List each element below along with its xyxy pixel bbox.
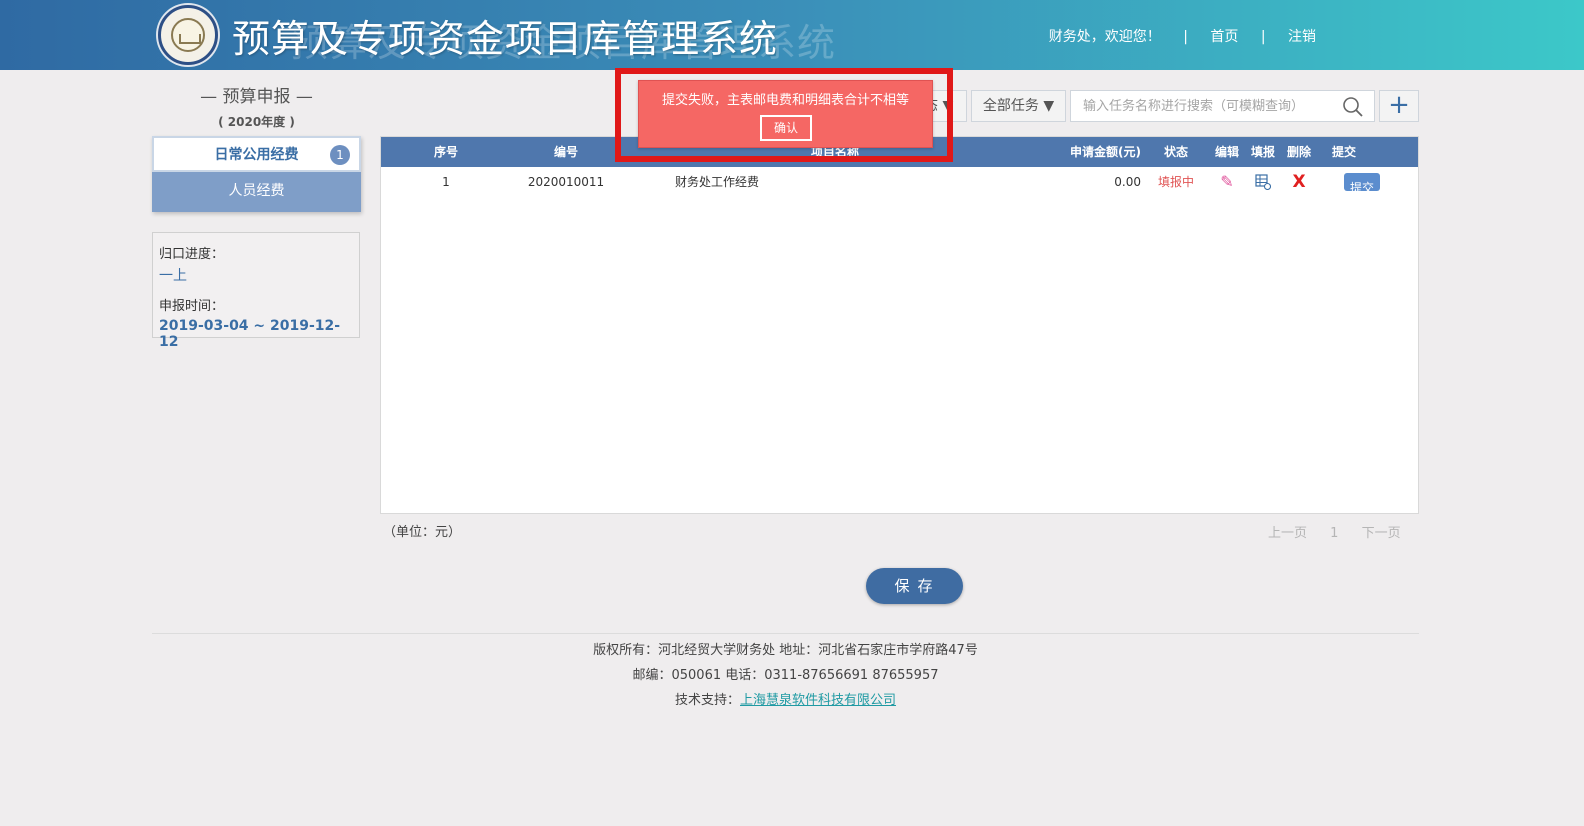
university-logo: [158, 5, 218, 65]
welcome-text: 财务处，欢迎您！: [1048, 29, 1161, 45]
footer-copyright: 版权所有：河北经贸大学财务处 地址：河北省石家庄市学府路47号: [593, 643, 978, 658]
col-delete: 删除: [1286, 145, 1311, 159]
col-amount: 申请金额(元): [1070, 145, 1141, 159]
time-value: 2019-03-04 ~ 2019-12-12: [159, 318, 341, 350]
project-table: 序号 编号 项目名称 申请金额(元) 状态 编辑 填报 删除 提交 1 2020…: [380, 136, 1419, 514]
logout-link[interactable]: 注销: [1288, 26, 1316, 46]
pagination: 上一页 1 下一页: [1268, 522, 1420, 541]
row-amount: 0.00: [1114, 175, 1141, 189]
search-input[interactable]: [1071, 91, 1331, 121]
table-row: 1 2020010011 财务处工作经费 0.00 填报中 ✎ X 提交: [381, 167, 1418, 197]
save-button[interactable]: 保存: [866, 568, 963, 604]
footer-contact: 邮编：050061 电话：0311-87656691 87655957: [632, 668, 939, 683]
progress-value: 一上: [159, 268, 187, 284]
system-title: 预算及专项资金项目库管理系统: [232, 17, 779, 61]
col-seq: 序号: [433, 145, 458, 159]
search-icon[interactable]: [1342, 96, 1364, 118]
col-code: 编号: [553, 145, 578, 159]
category-label: 日常公用经费: [214, 147, 299, 163]
logo-emblem-icon: [171, 18, 205, 52]
category-personnel-fund[interactable]: 人员经费: [152, 172, 361, 212]
col-fill: 填报: [1250, 145, 1275, 159]
home-link[interactable]: 首页: [1210, 26, 1238, 46]
alert-highlight-frame: [615, 68, 953, 162]
submit-button[interactable]: 提交: [1344, 173, 1381, 195]
time-label: 申报时间：: [159, 299, 225, 314]
footer-support: 技术支持：上海慧泉软件科技有限公司: [152, 688, 1419, 713]
row-code: 2020010011: [527, 175, 605, 189]
left-panel: — 预算申报 — ( 2020年度 ) 日常公用经费 1 人员经费: [152, 80, 361, 212]
support-label: 技术支持：: [674, 693, 740, 708]
add-button[interactable]: +: [1379, 90, 1419, 122]
category-daily-public-fund[interactable]: 日常公用经费 1: [152, 136, 361, 172]
progress-label: 归口进度：: [159, 247, 225, 262]
panel-title: — 预算申报 —: [200, 87, 313, 107]
category-count-badge: 1: [330, 145, 350, 165]
nav-separator: |: [1260, 29, 1266, 45]
task-filter-dropdown[interactable]: 全部任务 ▼: [971, 90, 1066, 122]
footer-divider: [152, 633, 1419, 634]
search-box: [1070, 90, 1375, 122]
page-number[interactable]: 1: [1330, 526, 1338, 541]
edit-pencil-icon[interactable]: ✎: [1209, 167, 1245, 197]
col-edit: 编辑: [1214, 145, 1239, 159]
panel-year: ( 2020年度 ): [218, 115, 295, 129]
row-name: 财务处工作经费: [675, 175, 760, 189]
prev-page-link[interactable]: 上一页: [1268, 526, 1307, 541]
progress-info-box: 归口进度： 一上 申报时间： 2019-03-04 ~ 2019-12-12: [152, 232, 360, 350]
top-nav: 财务处，欢迎您！ | 首页 | 注销: [1049, 26, 1316, 46]
fill-form-cell: [1245, 167, 1281, 201]
col-status: 状态: [1163, 145, 1188, 159]
col-submit: 提交: [1331, 145, 1356, 159]
fill-form-icon[interactable]: [1255, 174, 1271, 190]
unit-note: （单位：元）: [383, 525, 462, 540]
footer: 版权所有：河北经贸大学财务处 地址：河北省石家庄市学府路47号 邮编：05006…: [152, 638, 1419, 713]
nav-separator: |: [1183, 29, 1188, 45]
category-list: 日常公用经费 1 人员经费: [152, 136, 361, 212]
top-header: 预算及专项资金项目库管理系统 预算及专项资金项目库管理系统 财务处，欢迎您！ |…: [0, 0, 1584, 70]
next-page-link[interactable]: 下一页: [1362, 526, 1401, 541]
category-label: 人员经费: [228, 183, 285, 199]
support-link[interactable]: 上海慧泉软件科技有限公司: [740, 693, 896, 708]
row-status: 填报中: [1157, 175, 1194, 189]
delete-x-icon[interactable]: X: [1281, 167, 1317, 197]
row-seq: 1: [442, 175, 450, 189]
